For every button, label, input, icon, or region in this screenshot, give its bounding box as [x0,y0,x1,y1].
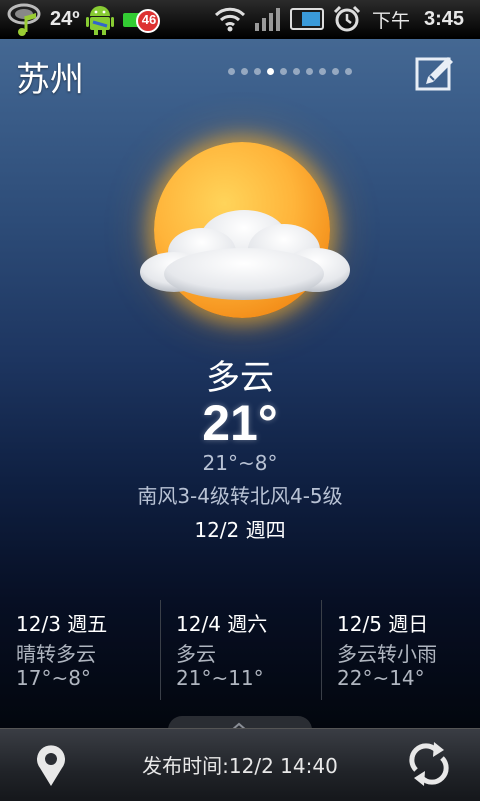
screen-icon [290,0,326,38]
page-dot [293,68,300,75]
page-dot [228,68,235,75]
forecast-day-2[interactable]: 12/4 週六 多云 21°~11° [160,600,320,700]
forecast-range: 22°~14° [337,666,425,690]
forecast-range: 17°~8° [16,666,91,690]
forecast-condition: 晴转多云 [16,642,96,666]
page-indicator [228,68,352,75]
forecast-day-3[interactable]: 12/5 週日 多云转小雨 22°~14° [321,600,480,700]
current-date: 12/2 週四 [194,518,286,542]
forecast-date: 12/5 週日 [337,612,429,636]
current-temperature: 21° [202,395,278,451]
status-time: 3:45 [424,7,465,30]
forecast-list: 12/3 週五 晴转多云 17°~8° 12/4 週六 多云 21°~11° 1… [0,600,480,700]
alarm-icon [332,0,362,38]
page-dot [280,68,287,75]
forecast-range: 21°~11° [176,666,264,690]
current-temp-range: 21°~8° [202,451,278,475]
page-dot-active [267,68,274,75]
status-temperature: 24º [50,7,80,30]
android-icon [84,0,116,38]
forecast-condition: 多云转小雨 [337,642,437,666]
page-dot [319,68,326,75]
current-condition: 多云 [206,358,274,398]
forecast-condition: 多云 [176,642,216,666]
cloud-shape [140,210,350,300]
city-name[interactable]: 苏州 [16,52,84,101]
forecast-date: 12/3 週五 [16,612,108,636]
page-dot [332,68,339,75]
page-dot [306,68,313,75]
edit-icon[interactable] [414,53,456,93]
status-time-period: 下午 [372,9,411,32]
signal-icon [254,0,284,38]
wifi-icon [214,0,246,38]
forecast-date: 12/4 週六 [176,612,268,636]
battery-level: 46 [141,11,157,27]
page-dot [345,68,352,75]
page-dot [254,68,261,75]
forecast-day-1[interactable]: 12/3 週五 晴转多云 17°~8° [0,600,160,700]
refresh-icon[interactable] [406,740,452,788]
status-bar: 24º 46 下午 3:45 [0,0,480,39]
music-note-icon [6,0,48,38]
current-wind: 南风3-4级转北风4-5级 [137,484,343,508]
partly-cloudy-icon [130,120,360,320]
page-dot [241,68,248,75]
